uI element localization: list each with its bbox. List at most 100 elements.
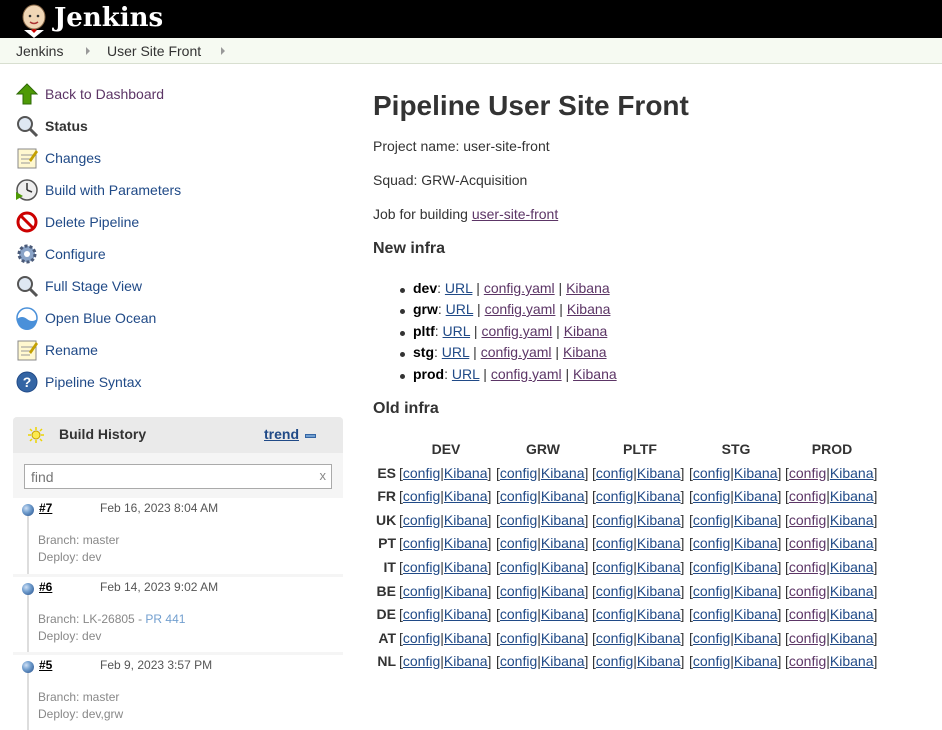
config-link[interactable]: config [500,583,537,599]
task-label[interactable]: Delete Pipeline [45,212,139,232]
config-link[interactable]: config [500,465,537,481]
config-link[interactable]: config [693,630,730,646]
task-rename[interactable]: Rename [15,338,335,362]
config-link[interactable]: config [789,559,826,575]
build-date[interactable]: Feb 16, 2023 8:04 AM [100,501,218,515]
kibana-link[interactable]: Kibana [541,653,585,669]
kibana-link[interactable]: Kibana [444,535,488,551]
env-config-link[interactable]: config.yaml [485,301,556,317]
jenkins-butler-icon[interactable] [14,0,54,38]
env-url-link[interactable]: URL [442,344,470,360]
env-kibana-link[interactable]: Kibana [563,344,607,360]
build-number-link[interactable]: #6 [39,580,52,594]
build-date[interactable]: Feb 9, 2023 3:57 PM [100,658,212,672]
config-link[interactable]: config [596,535,633,551]
build-number-link[interactable]: #5 [39,658,52,672]
kibana-link[interactable]: Kibana [541,488,585,504]
config-link[interactable]: config [403,465,440,481]
kibana-link[interactable]: Kibana [734,653,778,669]
config-link[interactable]: config [596,465,633,481]
task-label[interactable]: Back to Dashboard [45,84,164,104]
config-link[interactable]: config [403,583,440,599]
config-link[interactable]: config [693,559,730,575]
kibana-link[interactable]: Kibana [637,630,681,646]
kibana-link[interactable]: Kibana [444,512,488,528]
kibana-link[interactable]: Kibana [734,606,778,622]
env-config-link[interactable]: config.yaml [481,323,552,339]
config-link[interactable]: config [596,559,633,575]
kibana-link[interactable]: Kibana [637,488,681,504]
env-kibana-link[interactable]: Kibana [567,301,611,317]
build-number-link[interactable]: #7 [39,501,52,515]
config-link[interactable]: config [789,630,826,646]
config-link[interactable]: config [403,630,440,646]
task-label[interactable]: Rename [45,340,98,360]
config-link[interactable]: config [500,653,537,669]
clear-search-icon[interactable]: x [320,468,327,483]
config-link[interactable]: config [596,630,633,646]
config-link[interactable]: config [693,606,730,622]
env-url-link[interactable]: URL [452,366,480,382]
brand-name[interactable]: Jenkins [54,1,163,35]
kibana-link[interactable]: Kibana [637,535,681,551]
kibana-link[interactable]: Kibana [830,559,874,575]
task-delete-pipeline[interactable]: Delete Pipeline [15,210,335,234]
env-url-link[interactable]: URL [445,280,473,296]
kibana-link[interactable]: Kibana [830,535,874,551]
env-url-link[interactable]: URL [446,301,474,317]
task-label[interactable]: Full Stage View [45,276,142,296]
config-link[interactable]: config [596,606,633,622]
kibana-link[interactable]: Kibana [541,535,585,551]
config-link[interactable]: config [596,512,633,528]
config-link[interactable]: config [596,583,633,599]
collapse-icon[interactable] [305,434,316,438]
kibana-link[interactable]: Kibana [444,465,488,481]
config-link[interactable]: config [403,512,440,528]
config-link[interactable]: config [596,653,633,669]
kibana-link[interactable]: Kibana [830,465,874,481]
kibana-link[interactable]: Kibana [637,653,681,669]
config-link[interactable]: config [789,535,826,551]
kibana-link[interactable]: Kibana [637,606,681,622]
kibana-link[interactable]: Kibana [541,465,585,481]
kibana-link[interactable]: Kibana [734,512,778,528]
kibana-link[interactable]: Kibana [734,535,778,551]
kibana-link[interactable]: Kibana [541,630,585,646]
kibana-link[interactable]: Kibana [734,488,778,504]
job-repo-link[interactable]: user-site-front [472,206,558,222]
kibana-link[interactable]: Kibana [830,630,874,646]
config-link[interactable]: config [789,653,826,669]
kibana-link[interactable]: Kibana [830,606,874,622]
kibana-link[interactable]: Kibana [541,606,585,622]
env-kibana-link[interactable]: Kibana [566,280,610,296]
task-label[interactable]: Pipeline Syntax [45,372,142,392]
task-configure[interactable]: Configure [15,242,335,266]
config-link[interactable]: config [789,465,826,481]
env-kibana-link[interactable]: Kibana [564,323,608,339]
kibana-link[interactable]: Kibana [444,606,488,622]
env-config-link[interactable]: config.yaml [484,280,555,296]
task-full-stage-view[interactable]: Full Stage View [15,274,335,298]
config-link[interactable]: config [789,488,826,504]
build-status-ball-icon[interactable] [22,661,34,673]
kibana-link[interactable]: Kibana [830,653,874,669]
config-link[interactable]: config [403,559,440,575]
chevron-right-icon[interactable] [86,47,90,55]
kibana-link[interactable]: Kibana [444,630,488,646]
task-pipeline-syntax[interactable]: ? Pipeline Syntax [15,370,335,394]
task-build-with-parameters[interactable]: Build with Parameters [15,178,335,202]
config-link[interactable]: config [693,465,730,481]
kibana-link[interactable]: Kibana [734,465,778,481]
config-link[interactable]: config [596,488,633,504]
breadcrumb-job[interactable]: User Site Front [107,38,201,64]
task-label[interactable]: Configure [45,244,106,264]
build-search-input[interactable] [25,465,305,488]
config-link[interactable]: config [500,559,537,575]
task-status[interactable]: Status [15,114,335,138]
kibana-link[interactable]: Kibana [830,488,874,504]
config-link[interactable]: config [500,512,537,528]
kibana-link[interactable]: Kibana [637,583,681,599]
kibana-link[interactable]: Kibana [444,559,488,575]
config-link[interactable]: config [500,606,537,622]
config-link[interactable]: config [789,583,826,599]
